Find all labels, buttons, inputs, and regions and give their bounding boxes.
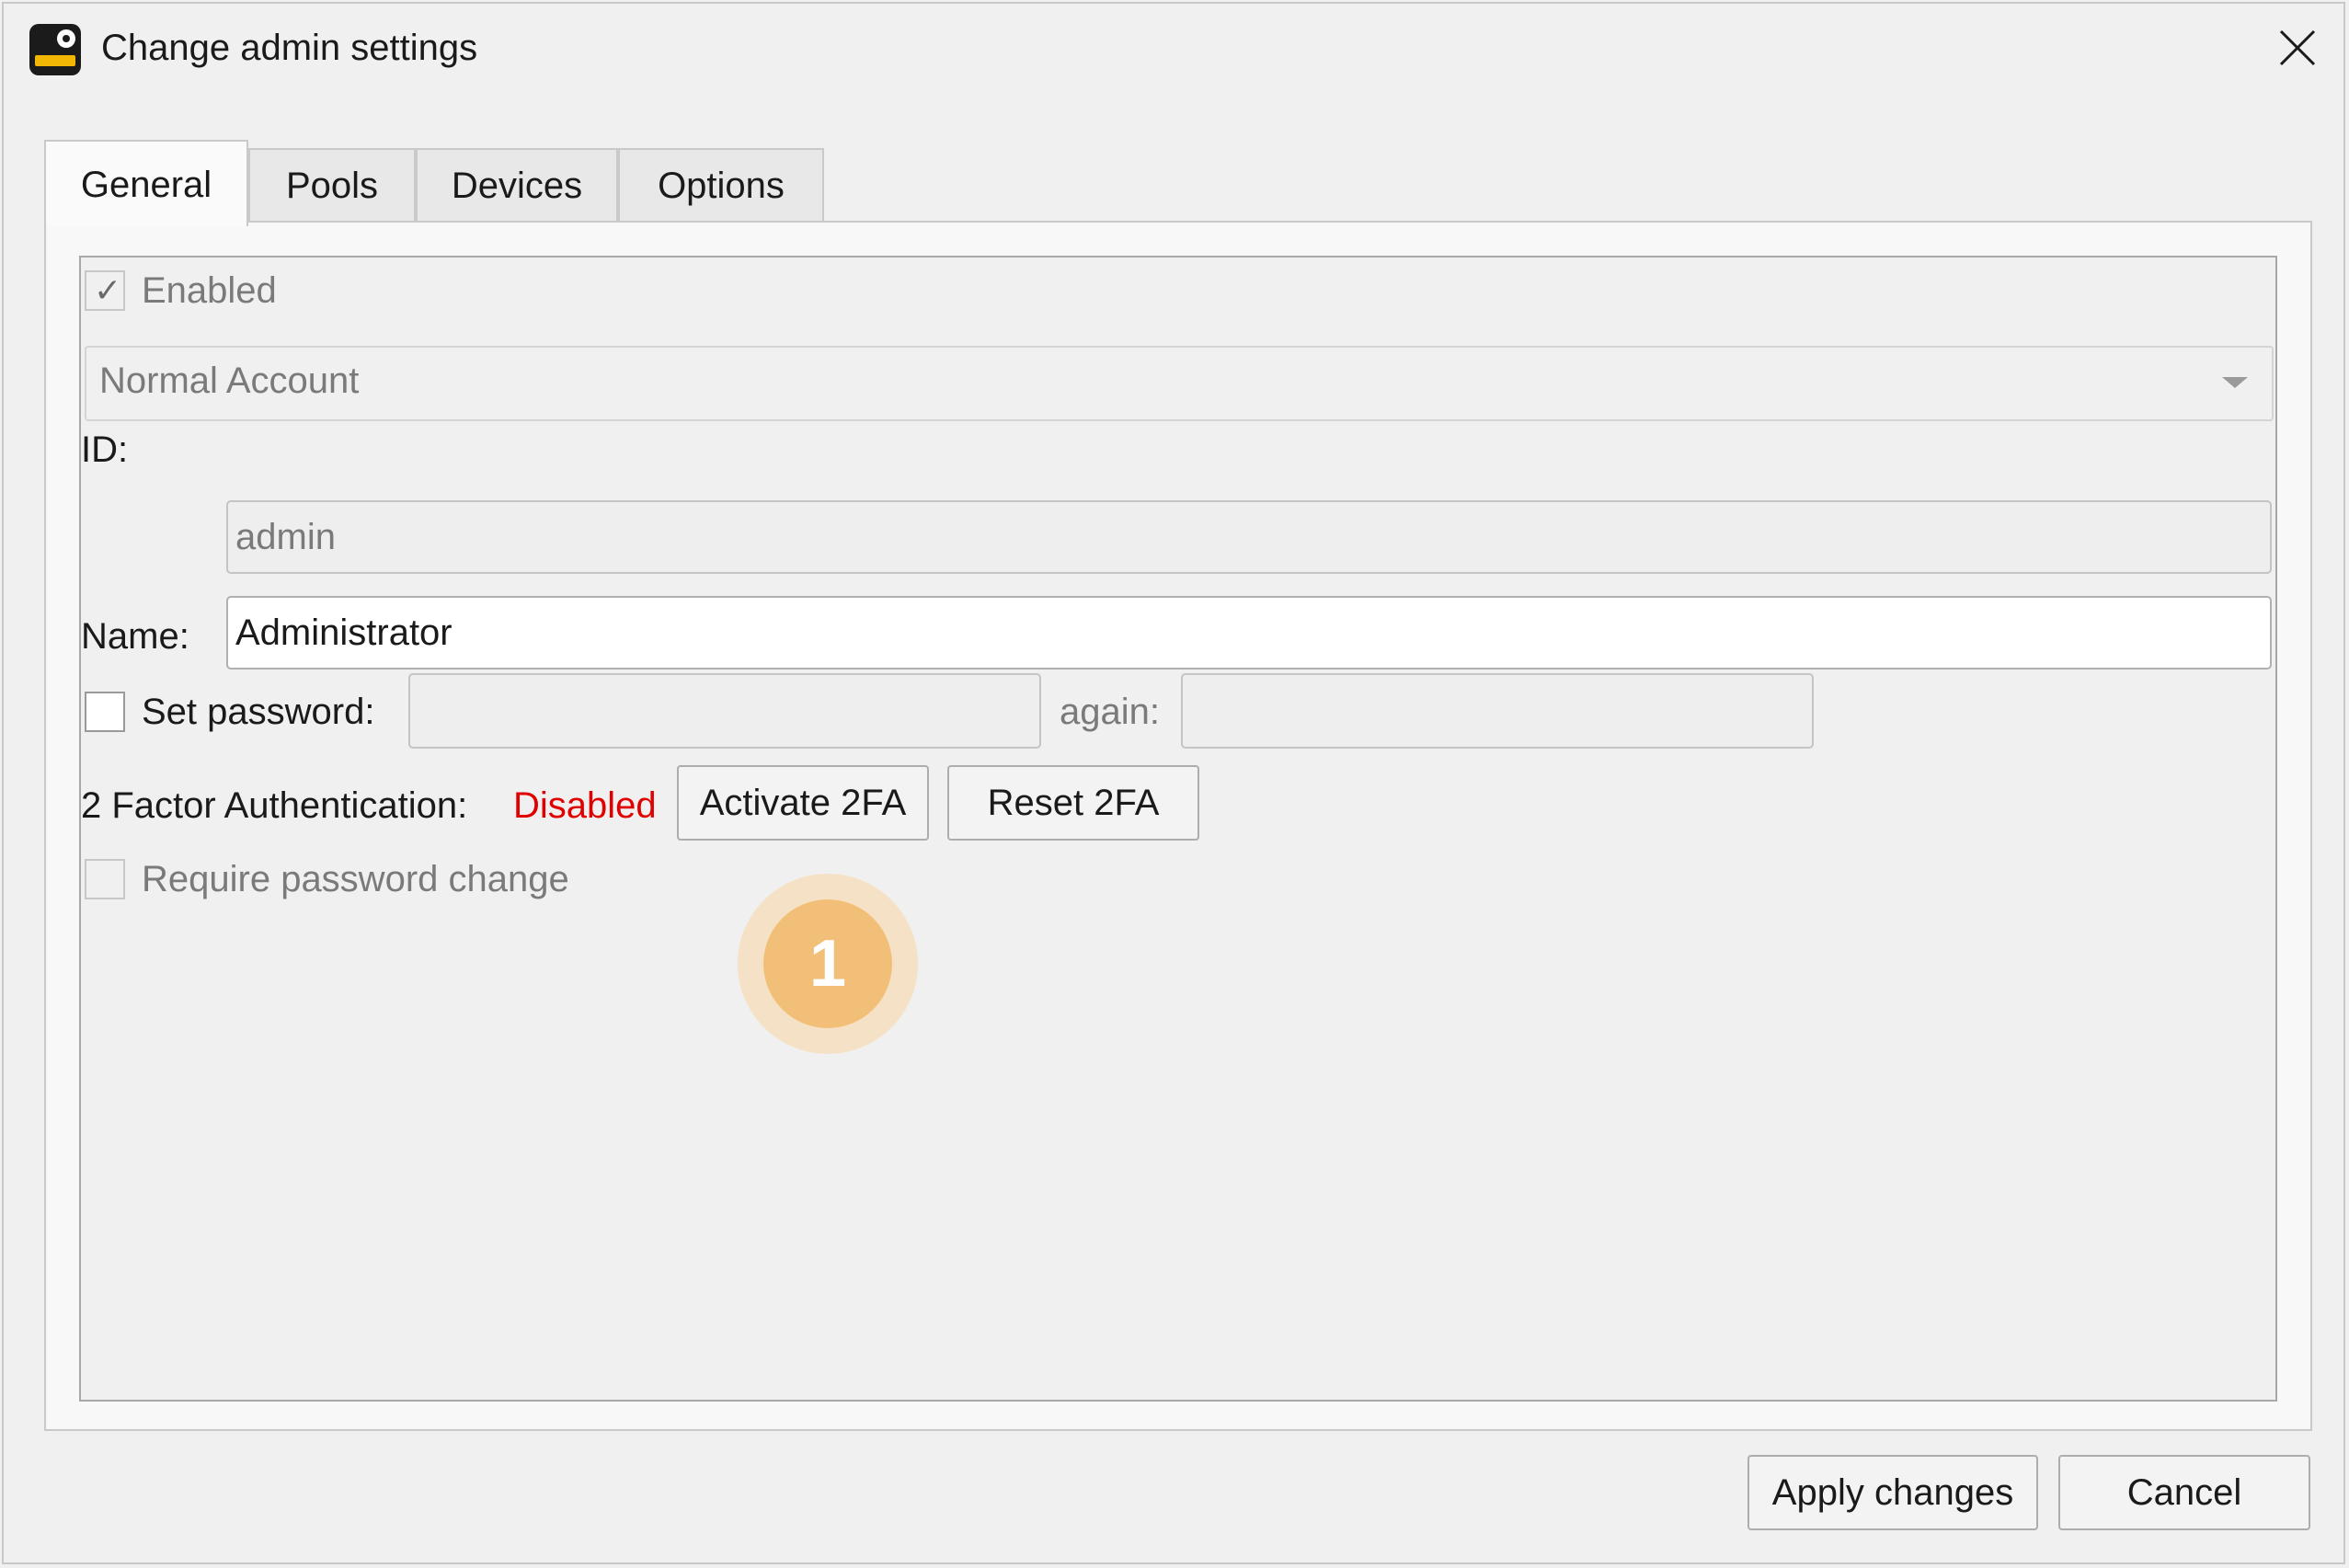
close-icon xyxy=(2279,29,2316,66)
dialog-window: Change admin settings General Pools Devi… xyxy=(2,2,2345,1564)
enabled-checkbox[interactable]: ✓ xyxy=(85,270,125,311)
window-title: Change admin settings xyxy=(101,28,478,68)
general-settings-panel: ✓ Enabled Normal Account ID: admin Name:… xyxy=(79,256,2277,1402)
app-icon xyxy=(29,24,81,75)
require-password-change-label: Require password change xyxy=(142,859,569,899)
tab-general[interactable]: General xyxy=(44,140,248,226)
apply-changes-button[interactable]: Apply changes xyxy=(1747,1455,2038,1530)
account-type-value: Normal Account xyxy=(99,361,360,401)
cancel-button[interactable]: Cancel xyxy=(2058,1455,2310,1530)
dropdown-arrow-icon xyxy=(2222,377,2248,388)
tab-panel-general: ✓ Enabled Normal Account ID: admin Name:… xyxy=(44,221,2312,1431)
id-field[interactable]: admin xyxy=(226,500,2272,574)
close-button[interactable] xyxy=(2261,11,2334,85)
password-again-field[interactable] xyxy=(1181,673,1814,749)
password-field[interactable] xyxy=(408,673,1041,749)
password-again-label: again: xyxy=(1060,692,1160,732)
reset-2fa-button[interactable]: Reset 2FA xyxy=(947,765,1199,841)
name-label: Name: xyxy=(81,616,189,657)
require-password-change-checkbox[interactable] xyxy=(85,859,125,899)
callout-badge: 1 xyxy=(763,899,892,1028)
set-password-label: Set password: xyxy=(142,692,375,732)
tab-options[interactable]: Options xyxy=(618,148,824,222)
tab-pools[interactable]: Pools xyxy=(248,148,416,222)
two-factor-status: Disabled xyxy=(513,785,657,826)
name-field[interactable]: Administrator xyxy=(226,596,2272,670)
set-password-checkbox[interactable] xyxy=(85,692,125,732)
activate-2fa-button[interactable]: Activate 2FA xyxy=(677,765,929,841)
tab-devices[interactable]: Devices xyxy=(416,148,618,222)
enabled-label: Enabled xyxy=(142,270,277,311)
id-label: ID: xyxy=(81,429,129,470)
checkmark-icon: ✓ xyxy=(94,271,122,309)
account-type-select[interactable]: Normal Account xyxy=(85,346,2274,421)
two-factor-label: 2 Factor Authentication: xyxy=(81,785,468,826)
title-bar: Change admin settings xyxy=(4,4,2343,100)
